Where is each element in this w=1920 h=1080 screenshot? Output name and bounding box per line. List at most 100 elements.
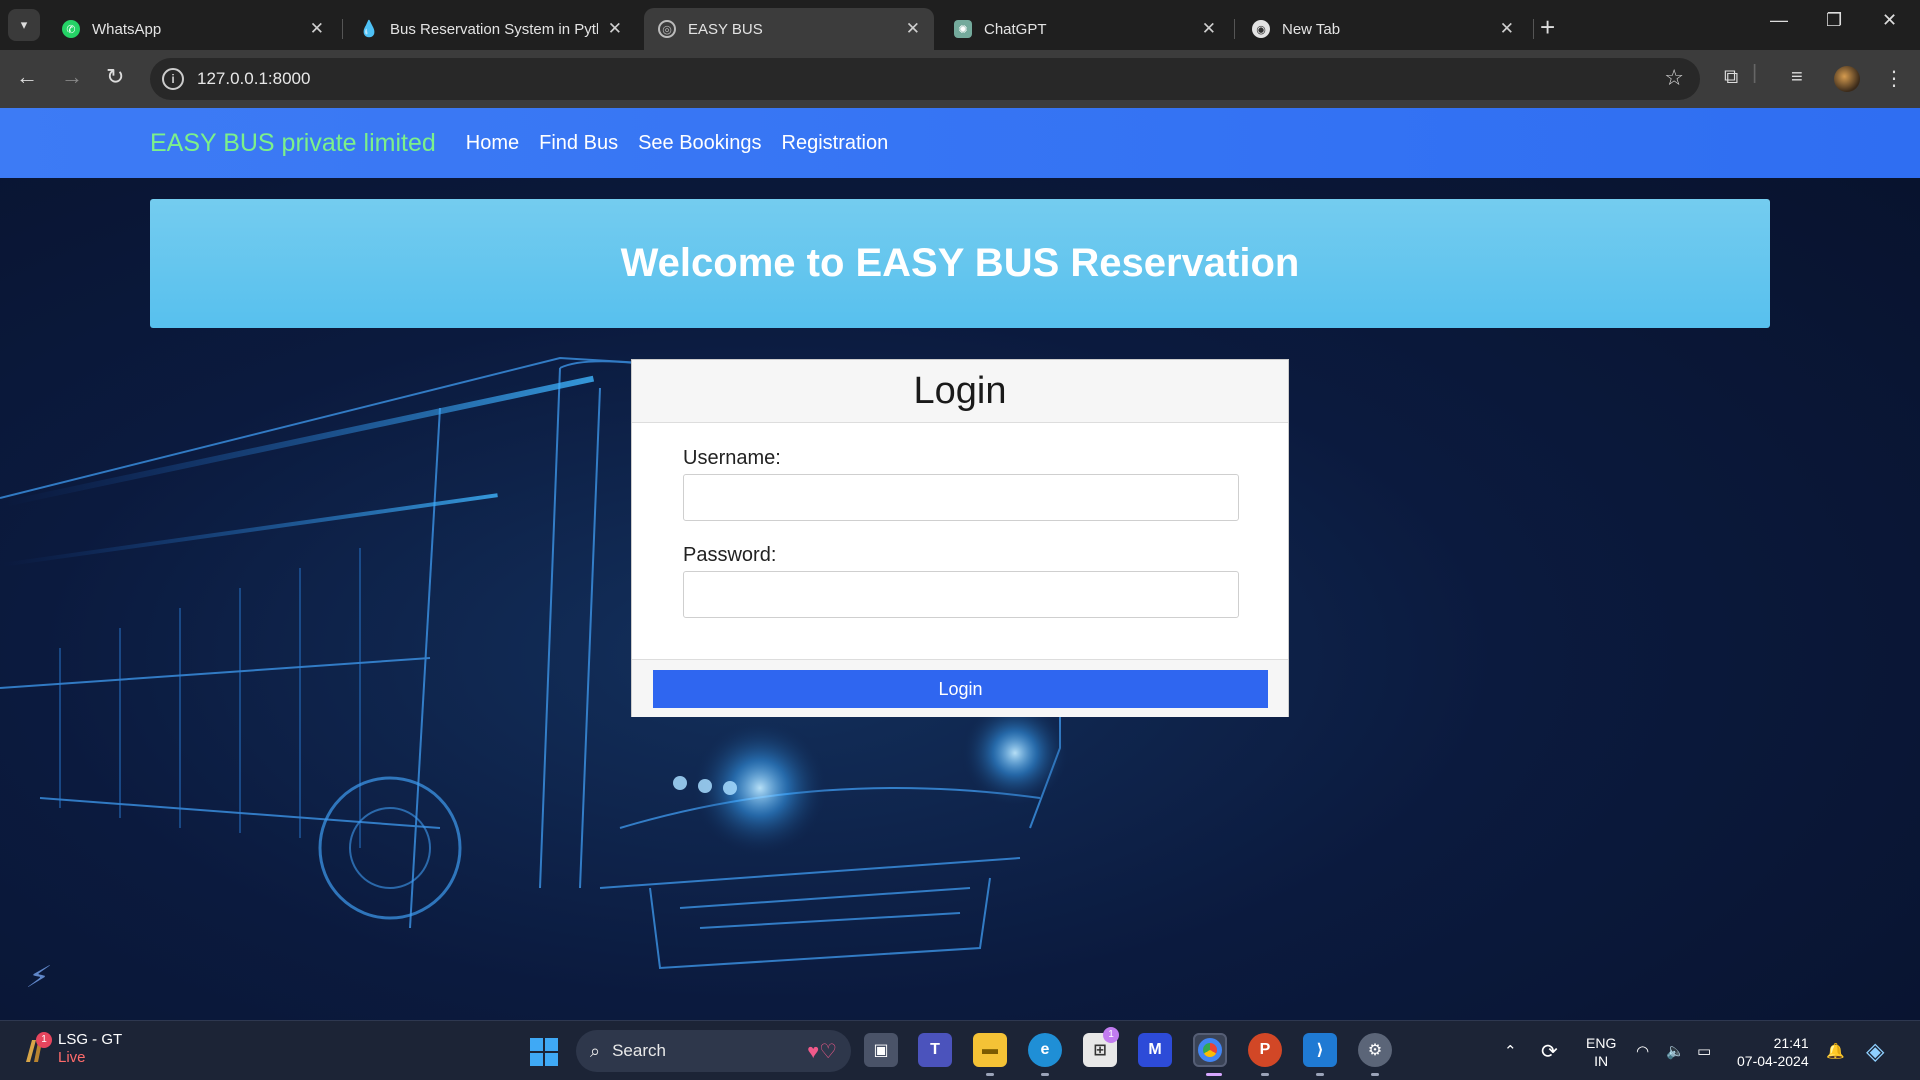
username-label: Username: <box>683 447 781 469</box>
nav-link-registration[interactable]: Registration <box>782 132 889 155</box>
running-indicator <box>1041 1073 1049 1076</box>
system-clock[interactable]: 21:41 07-04-2024 <box>1737 1034 1809 1070</box>
extensions-icon[interactable]: ⧉ <box>1724 66 1738 89</box>
taskbar-search-box[interactable]: ⌕ Search ♥♡ <box>576 1030 851 1072</box>
chrome-menu-icon[interactable]: ⋮ <box>1884 66 1904 91</box>
forward-arrow-icon[interactable]: → <box>61 64 83 90</box>
chevron-down-icon: ▾ <box>20 17 28 32</box>
math-app-icon[interactable]: M <box>1138 1033 1172 1067</box>
login-card-header: Login <box>632 360 1288 423</box>
site-info-icon[interactable]: i <box>162 68 184 90</box>
running-indicator <box>986 1073 994 1076</box>
login-card: Login Username: Password: Login <box>631 359 1289 717</box>
language-indicator[interactable]: ENG IN <box>1586 1034 1616 1070</box>
sync-icon[interactable]: ⟳ <box>1541 1021 1558 1080</box>
close-icon[interactable]: ✕ <box>1500 19 1514 39</box>
language-code: ENG <box>1586 1035 1617 1051</box>
running-indicator <box>1261 1073 1269 1076</box>
tab-chatgpt[interactable]: ✺ ChatGPT ✕ <box>940 8 1230 50</box>
search-label: Search <box>612 1041 666 1060</box>
reload-icon[interactable]: ↻ <box>106 64 124 90</box>
widget-status: Live <box>58 1049 86 1066</box>
tab-bus-reservation[interactable]: 💧 Bus Reservation System in Pyth ✕ <box>346 8 636 50</box>
edge-icon[interactable]: e <box>1028 1033 1062 1067</box>
tab-separator <box>1533 19 1534 39</box>
address-bar[interactable]: i 127.0.0.1:8000 ☆ <box>150 58 1700 100</box>
page-title: Welcome to EASY BUS Reservation <box>620 241 1300 285</box>
bookmark-star-icon[interactable]: ☆ <box>1664 65 1684 91</box>
page-viewport: EASY BUS private limited Home Find Bus S… <box>0 108 1920 1020</box>
login-card-footer: Login <box>632 659 1288 717</box>
clock-time: 21:41 <box>1773 1035 1809 1051</box>
restore-icon[interactable]: ❐ <box>1826 10 1842 31</box>
username-input[interactable] <box>683 474 1239 521</box>
browser-tab-strip: ▾ ✆ WhatsApp ✕ 💧 Bus Reservation System … <box>0 0 1920 50</box>
close-icon[interactable]: ✕ <box>906 19 920 39</box>
tab-title: New Tab <box>1282 20 1341 38</box>
search-highlight-icon: ♥♡ <box>807 1041 837 1063</box>
drupal-icon: 💧 <box>359 21 379 38</box>
chrome-icon: ◉ <box>1252 20 1270 38</box>
toolbar-divider: | <box>1752 62 1758 84</box>
globe-icon: ◎ <box>658 20 676 38</box>
tab-search-button[interactable]: ▾ <box>8 9 40 41</box>
task-view-icon[interactable]: ▣ <box>864 1033 898 1067</box>
login-button[interactable]: Login <box>653 670 1268 708</box>
url-text[interactable]: 127.0.0.1:8000 <box>197 69 310 89</box>
profile-avatar[interactable] <box>1834 66 1860 92</box>
minimize-icon[interactable]: — <box>1770 10 1788 31</box>
welcome-banner: Welcome to EASY BUS Reservation <box>150 199 1770 328</box>
nav-link-home[interactable]: Home <box>466 132 519 155</box>
cricket-widget-icon: 1 <box>22 1032 52 1064</box>
password-label: Password: <box>683 544 777 566</box>
tab-easy-bus[interactable]: ◎ EASY BUS ✕ <box>644 8 934 50</box>
back-arrow-icon[interactable]: ← <box>16 64 38 90</box>
store-badge: 1 <box>1103 1027 1119 1043</box>
site-navbar: EASY BUS private limited Home Find Bus S… <box>0 108 1920 178</box>
show-hidden-icons-chevron-icon[interactable]: ⌃ <box>1504 1021 1517 1080</box>
tab-title: EASY BUS <box>688 20 763 38</box>
tab-separator <box>1234 19 1235 39</box>
settings-gear-icon[interactable]: ⚙ <box>1358 1033 1392 1067</box>
widget-badge: 1 <box>36 1032 52 1048</box>
tab-separator <box>342 19 343 39</box>
windows-taskbar: 1 LSG - GT Live ⌕ Search ♥♡ ▣ T ▬ e ⊞ 1 … <box>0 1020 1920 1080</box>
tab-whatsapp[interactable]: ✆ WhatsApp ✕ <box>48 8 338 50</box>
nav-link-see-bookings[interactable]: See Bookings <box>638 132 761 155</box>
new-tab-plus-icon[interactable]: + <box>1540 12 1555 43</box>
widgets-button[interactable]: 1 LSG - GT Live <box>22 1031 122 1067</box>
password-input[interactable] <box>683 571 1239 618</box>
vscode-icon[interactable]: ⟩ <box>1303 1033 1337 1067</box>
file-explorer-icon[interactable]: ▬ <box>973 1033 1007 1067</box>
search-icon: ⌕ <box>590 1040 601 1061</box>
window-close-icon[interactable]: ✕ <box>1882 10 1897 31</box>
tab-new-tab[interactable]: ◉ New Tab ✕ <box>1238 8 1528 50</box>
media-playlist-icon[interactable]: ≡ <box>1791 66 1803 89</box>
nav-link-find-bus[interactable]: Find Bus <box>539 132 618 155</box>
notification-bell-icon[interactable]: 🔔 <box>1826 1021 1845 1080</box>
powerpoint-icon[interactable]: P <box>1248 1033 1282 1067</box>
close-icon[interactable]: ✕ <box>608 19 622 39</box>
login-heading: Login <box>913 369 1007 412</box>
running-indicator <box>1316 1073 1324 1076</box>
region-code: IN <box>1594 1053 1609 1069</box>
active-indicator <box>1206 1073 1222 1076</box>
widget-title: LSG - GT <box>58 1031 123 1048</box>
browser-toolbar: ← → ↻ i 127.0.0.1:8000 ☆ ⧉ | ≡ ⋮ <box>0 50 1920 108</box>
tab-title: WhatsApp <box>92 20 162 38</box>
teams-icon[interactable]: T <box>918 1033 952 1067</box>
site-brand[interactable]: EASY BUS private limited <box>150 129 436 158</box>
copilot-icon[interactable]: ◈ <box>1866 1021 1884 1080</box>
battery-icon[interactable]: ▭ <box>1697 1021 1711 1080</box>
tab-title: ChatGPT <box>984 20 1047 38</box>
volume-icon[interactable]: 🔈 <box>1666 1021 1685 1080</box>
windows-start-icon[interactable] <box>530 1038 558 1066</box>
close-icon[interactable]: ✕ <box>1202 19 1216 39</box>
running-indicator <box>1371 1073 1379 1076</box>
wifi-icon[interactable]: ◠ <box>1636 1021 1649 1080</box>
close-icon[interactable]: ✕ <box>310 19 324 39</box>
tab-title: Bus Reservation System in Pyth <box>390 20 598 38</box>
chatgpt-icon: ✺ <box>954 20 972 38</box>
chrome-taskbar-icon[interactable] <box>1193 1033 1227 1067</box>
whatsapp-icon: ✆ <box>62 20 80 38</box>
